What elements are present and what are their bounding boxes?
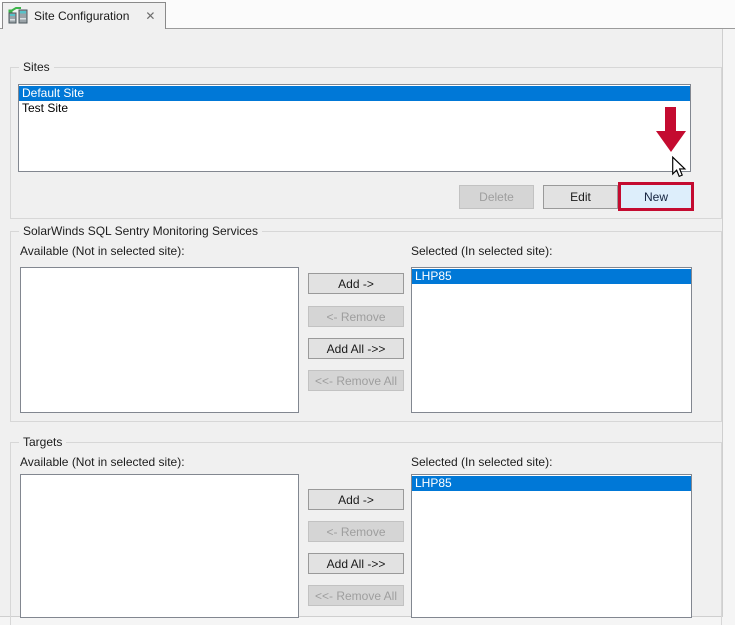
services-remove-all-button[interactable]: <<- Remove All (308, 370, 404, 391)
services-available-listbox[interactable] (20, 267, 299, 413)
sites-groupbox: Sites Default Site Test Site Delete Edit … (10, 60, 722, 219)
list-item[interactable]: Test Site (19, 101, 690, 116)
services-selected-label: Selected (In selected site): (411, 244, 553, 258)
new-button-highlight-box: New (618, 182, 694, 211)
targets-available-label: Available (Not in selected site): (20, 455, 185, 469)
services-remove-button[interactable]: <- Remove (308, 306, 404, 327)
targets-remove-button[interactable]: <- Remove (308, 521, 404, 542)
monitoring-services-groupbox: SolarWinds SQL Sentry Monitoring Service… (10, 224, 722, 422)
targets-remove-all-button[interactable]: <<- Remove All (308, 585, 404, 606)
delete-site-button[interactable]: Delete (459, 185, 534, 209)
sites-icon (8, 6, 28, 25)
targets-groupbox: Targets Available (Not in selected site)… (10, 435, 722, 625)
site-configuration-panel: Sites Default Site Test Site Delete Edit … (0, 29, 723, 625)
sites-listbox[interactable]: Default Site Test Site (18, 84, 691, 172)
annotation-arrow (665, 107, 676, 132)
services-add-all-button[interactable]: Add All ->> (308, 338, 404, 359)
sites-group-label: Sites (19, 60, 54, 74)
list-item[interactable]: LHP85 (412, 269, 691, 284)
tab-strip: Site Configuration ✕ (0, 0, 735, 30)
edit-site-button[interactable]: Edit (543, 185, 618, 209)
new-site-button[interactable]: New (621, 185, 691, 208)
tab-site-configuration[interactable]: Site Configuration ✕ (2, 2, 167, 30)
targets-selected-label: Selected (In selected site): (411, 455, 553, 469)
targets-selected-listbox[interactable]: LHP85 (411, 474, 692, 618)
services-selected-listbox[interactable]: LHP85 (411, 267, 692, 413)
services-add-button[interactable]: Add -> (308, 273, 404, 294)
tab-title: Site Configuration (34, 8, 130, 23)
site-configuration-window: Site Configuration ✕ Sites Default Site T… (0, 0, 735, 625)
list-item[interactable]: Default Site (19, 86, 690, 101)
tab-close-icon[interactable]: ✕ (145, 10, 155, 22)
monitoring-services-group-label: SolarWinds SQL Sentry Monitoring Service… (19, 224, 262, 238)
services-available-label: Available (Not in selected site): (20, 244, 185, 258)
mouse-cursor-icon (669, 155, 688, 181)
list-item[interactable]: LHP85 (412, 476, 691, 491)
targets-add-all-button[interactable]: Add All ->> (308, 553, 404, 574)
targets-available-listbox[interactable] (20, 474, 299, 618)
annotation-arrow-head (656, 131, 686, 152)
targets-add-button[interactable]: Add -> (308, 489, 404, 510)
targets-group-label: Targets (19, 435, 67, 449)
